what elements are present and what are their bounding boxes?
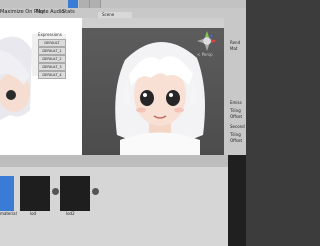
inspector-line-2: Mat: [230, 46, 238, 51]
clip-thumbnail-3[interactable]: [60, 176, 90, 211]
game-character-illustration: [0, 36, 32, 155]
clip-play-icon-2[interactable]: [92, 188, 99, 195]
scene-view-toolbar: [82, 18, 224, 28]
stats-toggle[interactable]: Stats: [62, 9, 75, 15]
inspector-line-8: Offset: [230, 138, 243, 143]
inspector-line-6: Second: [230, 124, 245, 129]
pause-button[interactable]: [79, 0, 90, 8]
clip-label-3: lod2: [66, 211, 75, 216]
orientation-gizmo[interactable]: [196, 30, 218, 52]
expression-button-4[interactable]: DEFAULT_3: [38, 63, 66, 71]
expression-button-2[interactable]: DEFAULT_1: [38, 47, 66, 55]
clip-thumbnail-1[interactable]: [0, 176, 14, 211]
main-toolbar: [0, 0, 246, 8]
timeline-toolbar: [0, 155, 246, 167]
animation-preview: [228, 155, 246, 246]
inspector-line-1: Rend: [230, 40, 241, 45]
inspector-line-5: Offset: [230, 114, 243, 119]
mute-audio-toggle[interactable]: Mute Audio: [36, 9, 64, 15]
step-button[interactable]: [90, 0, 101, 8]
clip-thumbnail-2[interactable]: [20, 176, 50, 211]
inspector-line-7: Tiling: [230, 132, 241, 137]
clip-play-icon-1[interactable]: [52, 188, 59, 195]
perspective-label[interactable]: < Persp: [197, 52, 213, 57]
inspector-line-3: Emiss: [230, 100, 242, 105]
expression-button-3[interactable]: DEFAULT_2: [38, 55, 66, 63]
expression-button-5[interactable]: DEFAULT_4: [38, 71, 66, 79]
clip-label-1: material: [0, 211, 17, 216]
inspector-line-4: Tiling: [230, 108, 241, 113]
expression-button-1[interactable]: DEFAULT: [38, 39, 66, 47]
play-button[interactable]: [68, 0, 78, 8]
clip-label-2: lod: [30, 211, 37, 216]
expressions-panel-title: Expressions: [38, 32, 62, 37]
